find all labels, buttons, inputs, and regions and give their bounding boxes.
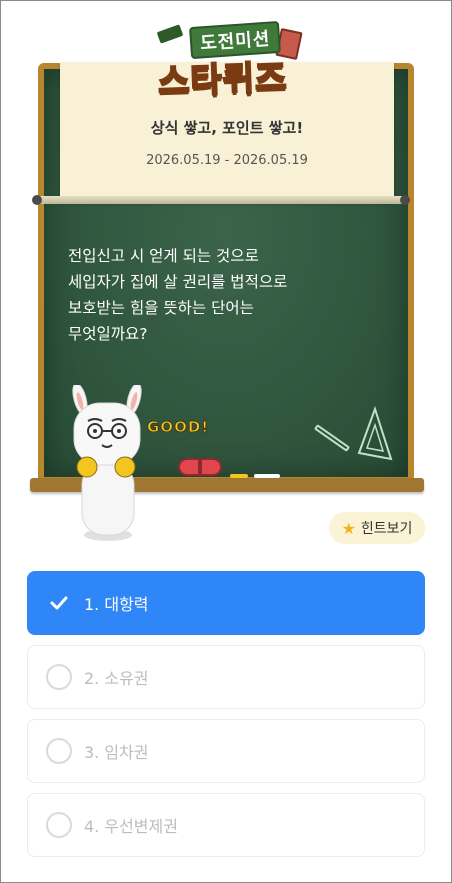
- answer-option-label: 1. 대항력: [84, 595, 149, 614]
- graduation-cap-icon: [156, 24, 184, 44]
- page-subtitle: 상식 쌓고, 포인트 쌓고!: [150, 119, 304, 137]
- good-stamp-text: GOOD!: [146, 418, 210, 437]
- radio-circle-icon: [46, 738, 72, 764]
- yellow-chalk-icon: [230, 474, 248, 478]
- answer-option-label: 2. 소유권: [84, 669, 149, 688]
- triangle-ruler-icon: [357, 405, 393, 461]
- answer-option-label: 4. 우선변제권: [84, 817, 178, 836]
- answer-option-2[interactable]: 2. 소유권: [27, 645, 425, 709]
- check-icon: [46, 590, 72, 616]
- logo-main-text: 스타퀴즈: [156, 57, 288, 103]
- hint-button[interactable]: ★ 힌트보기: [329, 512, 425, 544]
- star-icon: ★: [341, 518, 356, 538]
- hint-button-label: 힌트보기: [360, 521, 413, 537]
- white-chalk-icon: [254, 474, 280, 478]
- answer-option-1[interactable]: 1. 대항력: [27, 571, 425, 635]
- date-range: 2026.05.19 - 2026.05.19: [146, 153, 308, 168]
- answer-option-4[interactable]: 4. 우선변제권: [27, 793, 425, 857]
- answer-option-label: 3. 임차권: [84, 743, 149, 762]
- paper-rod: [32, 195, 410, 205]
- question-text: 전입신고 시 얻게 되는 것으로 세입자가 집에 살 권리를 법적으로 보호받는…: [68, 247, 288, 343]
- eraser-icon: [178, 458, 222, 476]
- radio-circle-icon: [46, 664, 72, 690]
- quiz-logo: 도전미션 스타퀴즈: [150, 14, 310, 104]
- radio-circle-icon: [46, 812, 72, 838]
- answer-option-3[interactable]: 3. 임차권: [27, 719, 425, 783]
- alpaca-mascot-icon: [72, 385, 142, 541]
